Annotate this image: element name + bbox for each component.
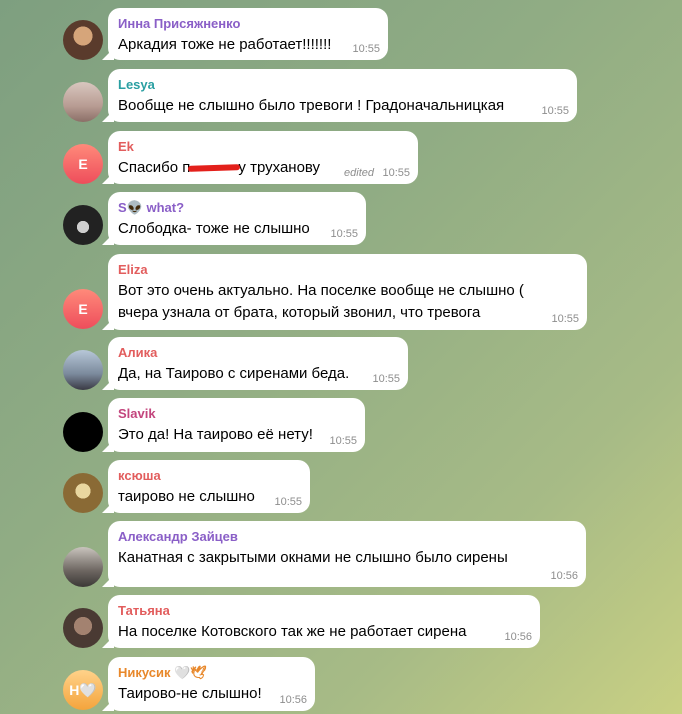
message-text: Слободка- тоже не слышно [118, 220, 310, 237]
message-time: 10:55 [274, 496, 302, 508]
message-text-start: Спасибо п [118, 159, 191, 176]
message-bubble[interactable]: Slavik Это да! На таирово её нету! 10:55 [108, 398, 365, 452]
message-time: 10:56 [279, 694, 307, 706]
avatar[interactable] [63, 473, 103, 513]
sender-name[interactable]: Александр Зайцев [118, 528, 576, 545]
avatar[interactable] [63, 547, 103, 587]
sender-name[interactable]: Татьяна [118, 602, 530, 619]
sender-name[interactable]: Инна Присяжненко [118, 15, 378, 32]
sender-name[interactable]: S👽 what? [118, 199, 356, 216]
message-bubble[interactable]: Инна Присяжненко Аркадия тоже не работае… [108, 8, 388, 60]
message-text: таирово не слышно [118, 488, 255, 505]
message-text: Таирово-не слышно! [118, 685, 262, 702]
message-text-line-2: вчера узнала от брата, который звонил, ч… [118, 304, 481, 321]
message-text: Это да! На таирово её нету! [118, 426, 313, 443]
message-text-line-1: Вот это очень актуально. На поселке вооб… [118, 282, 524, 299]
avatar-initial[interactable]: E [63, 144, 103, 184]
avatar[interactable] [63, 350, 103, 390]
message-bubble[interactable]: Александр Зайцев Канатная с закрытыми ок… [108, 521, 586, 587]
message-text-end: у труханову [238, 159, 321, 176]
message-text: Аркадия тоже не работает!!!!!!! [118, 36, 332, 53]
message-time: 10:56 [550, 570, 578, 582]
sender-name[interactable]: Slavik [118, 405, 355, 422]
avatar-initial[interactable]: E [63, 289, 103, 329]
message-bubble[interactable]: Lesya Вообще не слышно было тревоги ! Гр… [108, 69, 577, 122]
message-time: 10:55 [382, 167, 410, 179]
avatar[interactable] [63, 205, 103, 245]
message-time: 10:55 [372, 373, 400, 385]
edited-label: edited [344, 167, 374, 179]
message-time: 10:56 [504, 631, 532, 643]
message-text: Да, на Таирово с сиренами беда. [118, 365, 350, 382]
avatar[interactable] [63, 20, 103, 60]
message-time: 10:55 [352, 43, 380, 55]
sender-name[interactable]: Lesya [118, 76, 567, 93]
message-time: 10:55 [551, 313, 579, 325]
message-time: 10:55 [541, 105, 569, 117]
avatar[interactable] [63, 412, 103, 452]
sender-name[interactable]: Ek [118, 138, 408, 155]
message-bubble[interactable]: Eliza Вот это очень актуально. На поселк… [108, 254, 587, 330]
sender-name[interactable]: ксюша [118, 467, 300, 484]
sender-name[interactable]: Никусик 🤍🕊 [118, 664, 305, 681]
redaction-scribble [190, 158, 238, 178]
avatar[interactable] [63, 608, 103, 648]
message-bubble[interactable]: Никусик 🤍🕊 Таирово-не слышно! 10:56 [108, 657, 315, 711]
message-text: Канатная с закрытыми окнами не слышно бы… [118, 549, 508, 566]
sender-name[interactable]: Алика [118, 344, 398, 361]
message-bubble[interactable]: ксюша таирово не слышно 10:55 [108, 460, 310, 513]
message-time: 10:55 [329, 435, 357, 447]
message-bubble[interactable]: S👽 what? Слободка- тоже не слышно 10:55 [108, 192, 366, 245]
message-text: На поселке Котовского так же не работает… [118, 623, 467, 640]
message-bubble[interactable]: Ek Спасибо п у труханову edited 10:55 [108, 131, 418, 184]
message-bubble[interactable]: Алика Да, на Таирово с сиренами беда. 10… [108, 337, 408, 390]
avatar-initial[interactable]: Н🤍 [63, 670, 103, 710]
avatar[interactable] [63, 82, 103, 122]
message-bubble[interactable]: Татьяна На поселке Котовского так же не … [108, 595, 540, 648]
message-text: Вообще не слышно было тревоги ! Градонач… [118, 97, 505, 114]
message-time: 10:55 [330, 228, 358, 240]
sender-name[interactable]: Eliza [118, 261, 577, 278]
